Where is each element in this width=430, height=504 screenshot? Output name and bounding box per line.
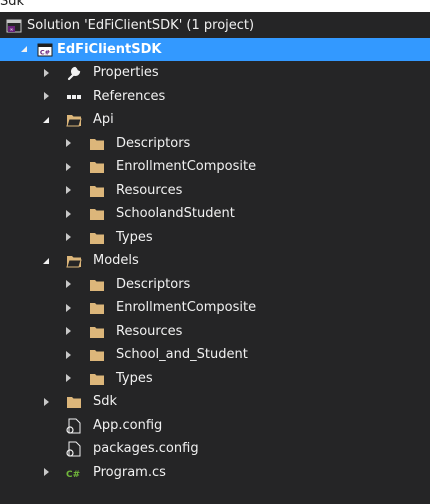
expanded-arrow-icon[interactable] (18, 38, 30, 62)
tree-item-folder[interactable]: Resources (0, 179, 430, 203)
csharp-project-icon: C# (37, 43, 53, 56)
folder-label: EnrollmentComposite (116, 300, 257, 315)
tree-item-folder[interactable]: EnrollmentComposite (0, 155, 430, 179)
properties-label: Properties (93, 65, 159, 80)
folder-icon (90, 326, 104, 338)
folder-label: EnrollmentComposite (116, 159, 257, 174)
collapsed-arrow-icon[interactable] (40, 461, 52, 485)
tree-item-folder[interactable]: Descriptors (0, 273, 430, 297)
api-folder-label: Api (93, 112, 114, 127)
tree-item-references[interactable]: References (0, 85, 430, 109)
packages-config-label: packages.config (93, 441, 199, 456)
folder-label: Types (116, 229, 153, 245)
tree-item-api-folder[interactable]: Api (0, 108, 430, 132)
references-label: References (93, 88, 166, 104)
collapsed-arrow-icon[interactable] (62, 367, 74, 391)
models-folder-label: Models (93, 253, 139, 268)
tree-item-sdk-folder[interactable]: Sdk (0, 390, 430, 414)
program-cs-label: Program.cs (93, 464, 166, 480)
folder-icon (90, 350, 104, 361)
folder-icon (90, 373, 104, 385)
collapsed-arrow-icon[interactable] (62, 320, 74, 344)
folder-icon (90, 138, 104, 150)
collapsed-arrow-icon[interactable] (62, 179, 74, 203)
tree-item-properties[interactable]: Properties (0, 61, 430, 85)
folder-icon (67, 397, 81, 408)
tree-item-solution[interactable]: ∞ Solution 'EdFiClientSDK' (1 project) (0, 14, 430, 38)
tree-item-folder[interactable]: EnrollmentComposite (0, 296, 430, 320)
tree-item-packages-config[interactable]: packages.config (0, 437, 430, 461)
collapsed-arrow-icon[interactable] (62, 202, 74, 226)
collapsed-arrow-icon[interactable] (62, 132, 74, 156)
tree-item-project[interactable]: C# EdFiClientSDK (0, 37, 430, 62)
svg-text:C#: C# (66, 470, 80, 480)
tree-item-folder[interactable]: Types (0, 226, 430, 250)
collapsed-arrow-icon[interactable] (62, 273, 74, 297)
project-label: EdFiClientSDK (57, 41, 162, 57)
solution-explorer-tree: ∞ Solution 'EdFiClientSDK' (1 project) C… (0, 14, 430, 484)
folder-icon (90, 279, 104, 291)
collapsed-arrow-icon[interactable] (62, 226, 74, 250)
solution-label: Solution 'EdFiClientSDK' (1 project) (27, 18, 255, 33)
tree-item-folder[interactable]: Resources (0, 320, 430, 344)
folder-label: School_and_Student (116, 347, 248, 362)
open-folder-icon (66, 115, 82, 127)
app-config-label: App.config (93, 417, 163, 433)
tree-item-folder[interactable]: School_and_Student (0, 343, 430, 367)
tree-item-program-cs[interactable]: C# Program.cs (0, 461, 430, 485)
folder-icon (90, 232, 104, 244)
csharp-file-icon: C# (66, 470, 80, 480)
collapsed-arrow-icon[interactable] (62, 296, 74, 320)
collapsed-arrow-icon[interactable] (40, 85, 52, 109)
collapsed-arrow-icon[interactable] (62, 155, 74, 179)
tree-item-app-config[interactable]: App.config (0, 414, 430, 438)
folder-icon (90, 162, 104, 173)
window-title-strip: Sdk (0, 0, 430, 12)
expanded-arrow-icon[interactable] (40, 108, 52, 132)
references-icon (67, 94, 81, 99)
collapsed-arrow-icon[interactable] (40, 61, 52, 85)
expanded-arrow-icon[interactable] (40, 249, 52, 273)
solution-icon: ∞ (6, 19, 22, 33)
open-folder-icon (66, 256, 82, 268)
folder-label: Descriptors (116, 135, 191, 151)
svg-text:C#: C# (40, 48, 50, 56)
folder-label: Resources (116, 182, 183, 198)
collapsed-arrow-icon[interactable] (40, 390, 52, 414)
folder-label: Descriptors (116, 276, 191, 292)
wrench-icon (67, 66, 81, 81)
tree-item-models-folder[interactable]: Models (0, 249, 430, 273)
folder-icon (90, 209, 104, 220)
tree-item-folder[interactable]: Types (0, 367, 430, 391)
config-file-icon (66, 441, 81, 457)
folder-label: Resources (116, 323, 183, 339)
folder-icon (90, 185, 104, 197)
folder-icon (90, 303, 104, 314)
collapsed-arrow-icon[interactable] (62, 343, 74, 367)
folder-label: Types (116, 370, 153, 386)
sdk-folder-label: Sdk (93, 394, 118, 409)
config-file-icon (66, 418, 81, 434)
window-title-partial: Sdk (0, 0, 25, 9)
folder-label: SchoolandStudent (116, 206, 235, 221)
svg-text:∞: ∞ (9, 27, 13, 33)
tree-item-folder[interactable]: SchoolandStudent (0, 202, 430, 226)
tree-item-folder[interactable]: Descriptors (0, 132, 430, 156)
